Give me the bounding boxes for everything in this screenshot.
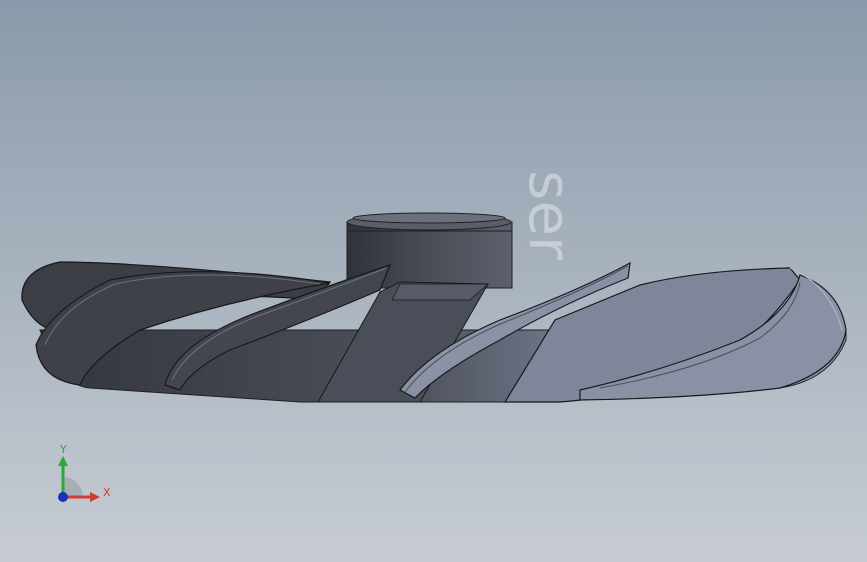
triad-x-label: X (103, 486, 111, 499)
watermark-text: ser (516, 170, 584, 260)
impeller-model[interactable] (0, 0, 867, 562)
triad-y-label: Y (60, 443, 67, 456)
graphics-viewport[interactable]: ser Y X (0, 0, 867, 562)
